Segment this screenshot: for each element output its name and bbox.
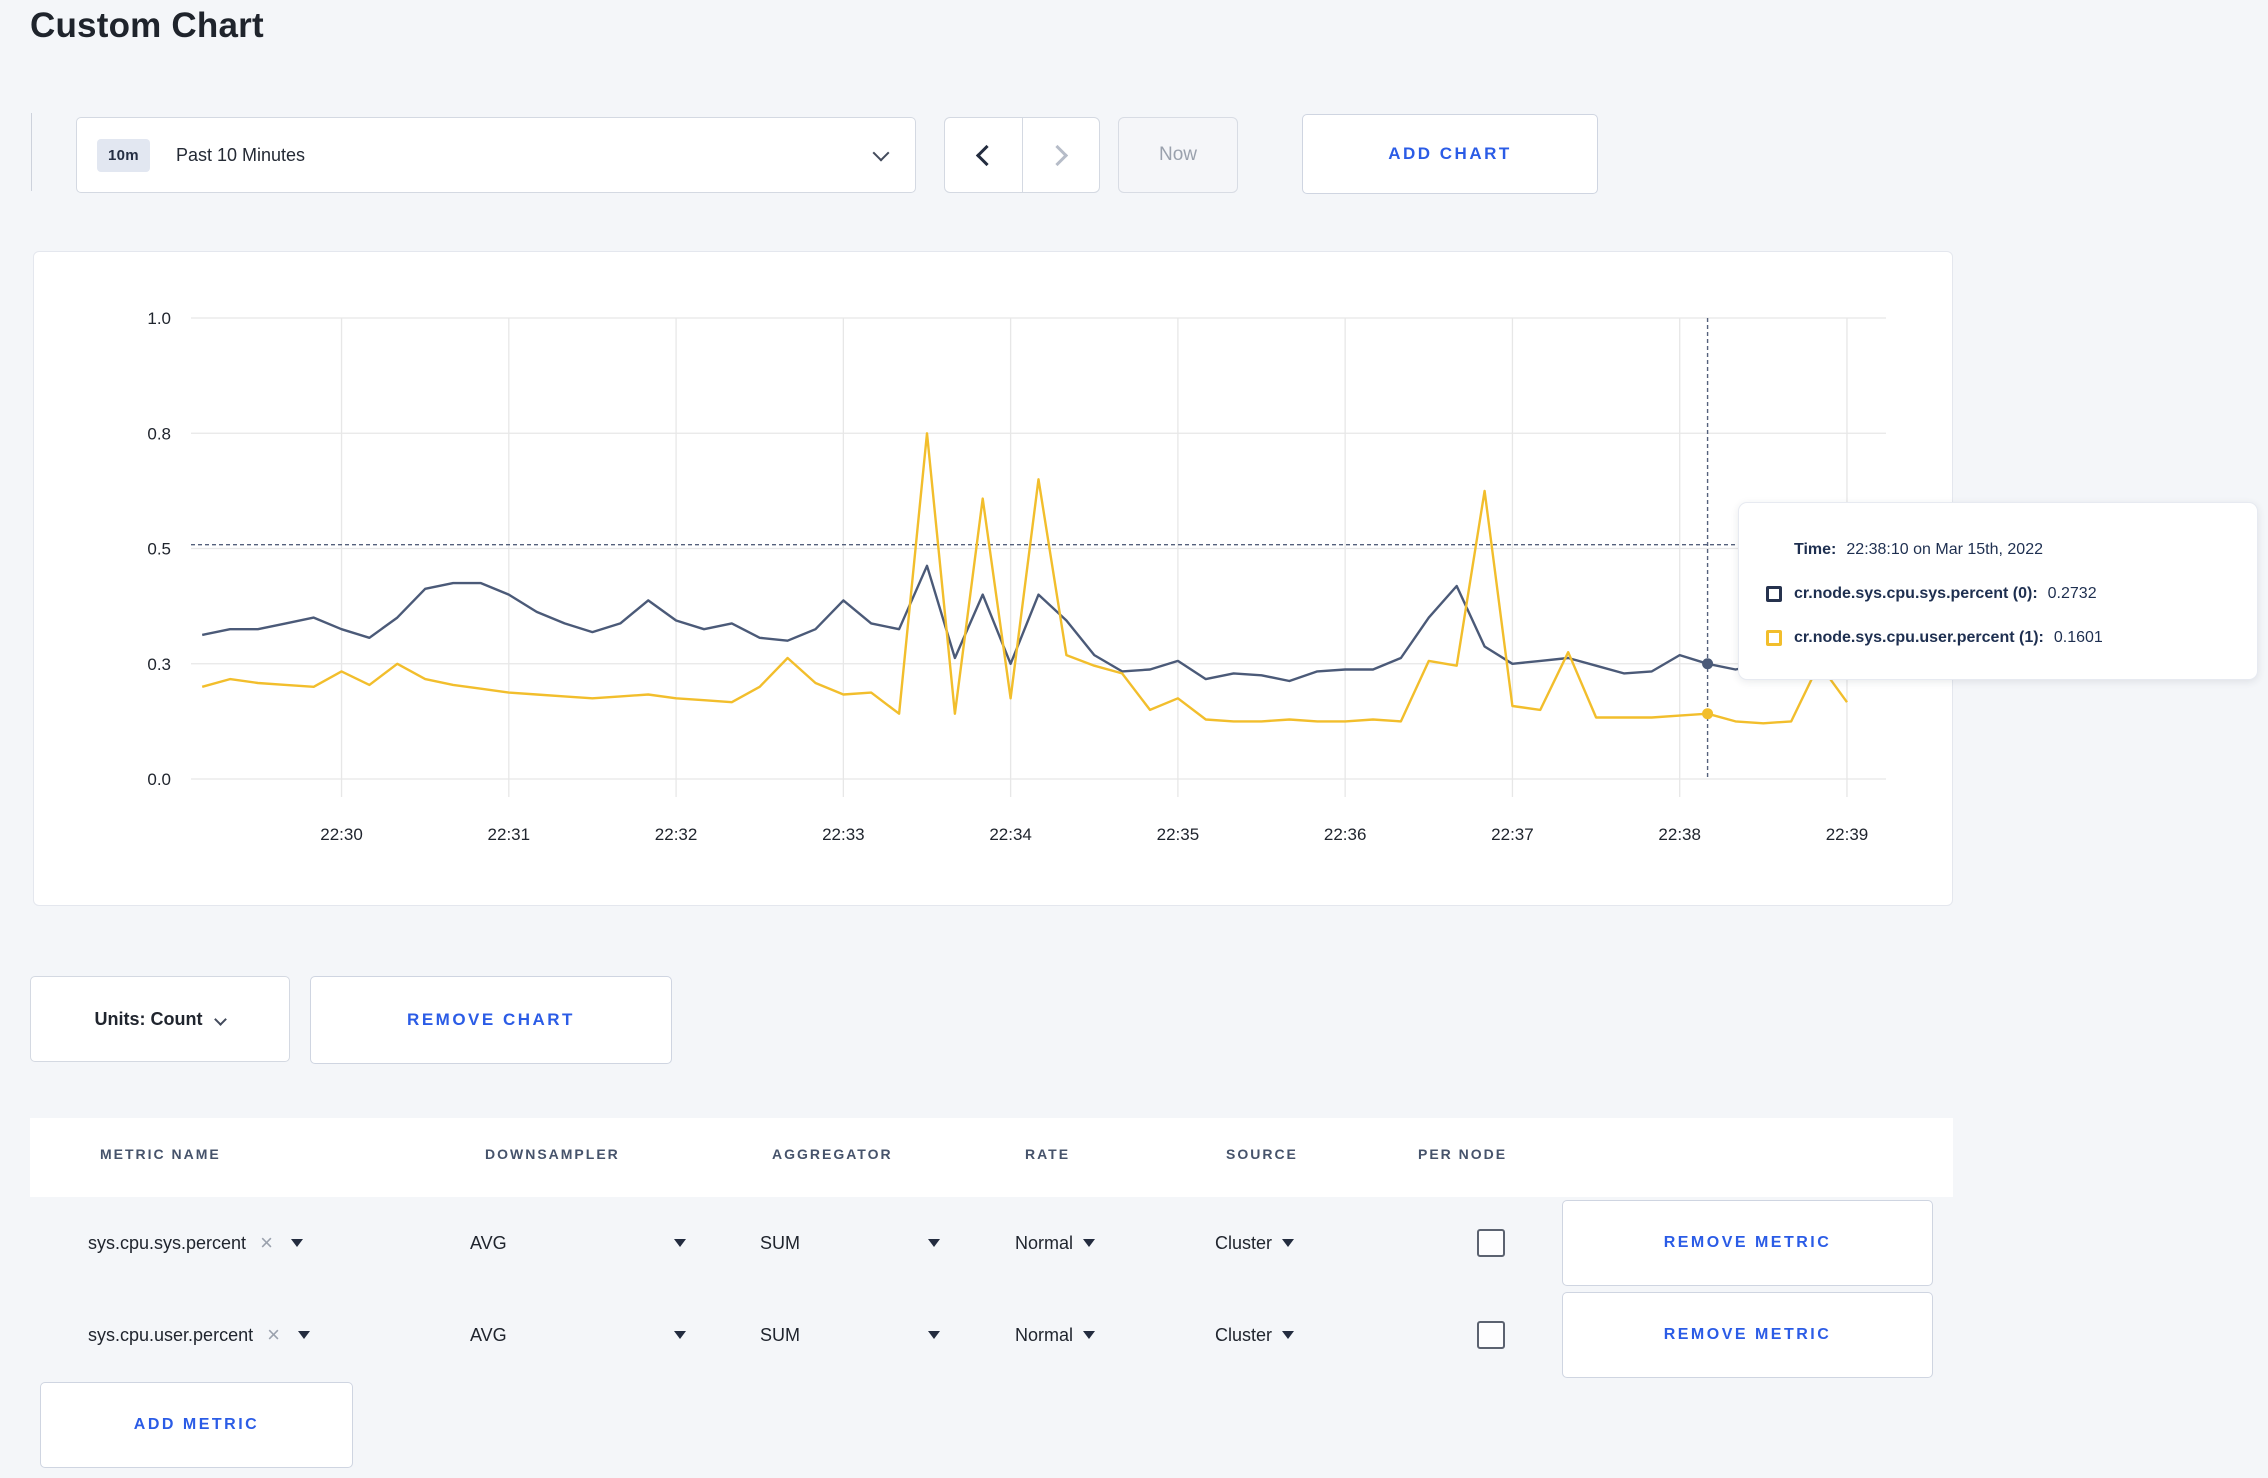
svg-text:22:33: 22:33 bbox=[822, 825, 865, 844]
chevron-down-icon bbox=[1282, 1331, 1295, 1339]
source-value: Cluster bbox=[1215, 1232, 1273, 1253]
time-window-select[interactable]: 10m Past 10 Minutes bbox=[76, 117, 916, 193]
per-node-checkbox[interactable] bbox=[1477, 1321, 1505, 1349]
svg-text:0.3: 0.3 bbox=[147, 655, 171, 674]
rate-value: Normal bbox=[1015, 1324, 1074, 1345]
chevron-right-icon bbox=[1047, 144, 1069, 166]
page-title: Custom Chart bbox=[30, 6, 264, 45]
tooltip-series-label: cr.node.sys.cpu.sys.percent (0): bbox=[1794, 585, 2038, 602]
column-header: RATE bbox=[1025, 1146, 1071, 1162]
metric-name-value[interactable]: sys.cpu.user.percent bbox=[88, 1325, 253, 1346]
chevron-down-icon bbox=[674, 1239, 686, 1247]
metric-table-row: sys.cpu.user.percent × AVG SUM Normal Cl… bbox=[30, 1289, 1953, 1381]
chevron-down-icon bbox=[214, 1012, 228, 1026]
remove-chart-button[interactable]: REMOVE CHART bbox=[310, 976, 672, 1064]
sys-series-swatch-icon bbox=[1766, 586, 1782, 602]
chevron-down-icon bbox=[1083, 1239, 1096, 1247]
svg-text:22:39: 22:39 bbox=[1826, 825, 1869, 844]
rate-value: Normal bbox=[1015, 1232, 1074, 1253]
time-window-label: Past 10 Minutes bbox=[175, 144, 306, 165]
metric-table-row: sys.cpu.sys.percent × AVG SUM Normal Clu… bbox=[30, 1197, 1953, 1289]
svg-text:22:38: 22:38 bbox=[1658, 825, 1701, 844]
chart-panel: 1.0 0.8 0.5 0.3 0.0 22:30 22:31 22:32 22:33 22:34… bbox=[33, 251, 1953, 906]
timeseries-chart[interactable]: 1.0 0.8 0.5 0.3 0.0 22:30 22:31 22:32 22:33 22:34… bbox=[34, 252, 1952, 905]
user-series-swatch-icon bbox=[1766, 630, 1782, 646]
svg-text:1.0: 1.0 bbox=[147, 309, 171, 328]
svg-text:22:37: 22:37 bbox=[1491, 825, 1534, 844]
column-header: DOWNSAMPLER bbox=[485, 1146, 620, 1162]
aggregator-value: SUM bbox=[760, 1232, 800, 1253]
per-node-checkbox[interactable] bbox=[1477, 1229, 1505, 1257]
time-step-group bbox=[944, 117, 1100, 193]
chevron-down-icon bbox=[872, 144, 890, 161]
metric-name-cell: sys.cpu.user.percent × bbox=[88, 1289, 310, 1381]
source-value: Cluster bbox=[1215, 1324, 1273, 1345]
next-time-button[interactable] bbox=[1021, 118, 1100, 192]
svg-text:22:30: 22:30 bbox=[320, 825, 363, 844]
column-header: PER NODE bbox=[1418, 1146, 1508, 1162]
tooltip-series-row: cr.node.sys.cpu.user.percent (1): 0.1601 bbox=[1766, 616, 2257, 660]
source-select[interactable]: Cluster bbox=[1215, 1197, 1295, 1289]
metric-name-cell: sys.cpu.sys.percent × bbox=[88, 1197, 303, 1289]
metric-dropdown-caret-icon[interactable] bbox=[290, 1239, 303, 1247]
downsampler-select[interactable]: AVG bbox=[470, 1197, 686, 1289]
svg-text:22:34: 22:34 bbox=[989, 825, 1032, 844]
remove-metric-button[interactable]: REMOVE METRIC bbox=[1562, 1200, 1933, 1286]
svg-text:22:35: 22:35 bbox=[1157, 825, 1200, 844]
tooltip-series-label: cr.node.sys.cpu.user.percent (1): bbox=[1794, 629, 2044, 646]
chevron-down-icon bbox=[1282, 1239, 1295, 1247]
downsampler-value: AVG bbox=[470, 1324, 507, 1345]
column-header: SOURCE bbox=[1226, 1146, 1298, 1162]
aggregator-select[interactable]: SUM bbox=[760, 1289, 940, 1381]
toolbar-divider bbox=[31, 113, 32, 191]
units-select[interactable]: Units: Count bbox=[30, 976, 290, 1062]
prev-time-button[interactable] bbox=[945, 118, 1022, 192]
svg-text:22:31: 22:31 bbox=[488, 825, 531, 844]
tooltip-series-value: 0.1601 bbox=[2053, 629, 2103, 646]
aggregator-select[interactable]: SUM bbox=[760, 1197, 940, 1289]
metric-name-value[interactable]: sys.cpu.sys.percent bbox=[88, 1233, 246, 1254]
metrics-table-header: METRIC NAME DOWNSAMPLER AGGREGATOR RATE SOUR… bbox=[30, 1118, 1953, 1197]
units-label: Units: Count bbox=[94, 1008, 203, 1029]
source-select[interactable]: Cluster bbox=[1215, 1289, 1295, 1381]
aggregator-value: SUM bbox=[760, 1324, 800, 1345]
column-header: AGGREGATOR bbox=[772, 1146, 893, 1162]
tooltip-time-label: Time: bbox=[1794, 541, 1837, 558]
rate-select[interactable]: Normal bbox=[1015, 1289, 1096, 1381]
svg-text:22:32: 22:32 bbox=[655, 825, 698, 844]
tooltip-time-value: 22:38:10 on Mar 15th, 2022 bbox=[1846, 541, 2043, 558]
svg-text:0.8: 0.8 bbox=[147, 424, 171, 443]
svg-text:22:36: 22:36 bbox=[1324, 825, 1367, 844]
chevron-down-icon bbox=[674, 1331, 686, 1339]
remove-metric-x-icon[interactable]: × bbox=[267, 1322, 280, 1348]
tooltip-time-row: Time: 22:38:10 on Mar 15th, 2022 bbox=[1766, 528, 2257, 572]
time-window-badge: 10m bbox=[97, 138, 150, 172]
rate-select[interactable]: Normal bbox=[1015, 1197, 1096, 1289]
add-metric-button[interactable]: ADD METRIC bbox=[40, 1382, 353, 1468]
remove-metric-button[interactable]: REMOVE METRIC bbox=[1562, 1292, 1933, 1378]
chevron-down-icon bbox=[928, 1239, 940, 1247]
now-button[interactable]: Now bbox=[1118, 117, 1238, 193]
add-chart-button[interactable]: ADD CHART bbox=[1302, 114, 1598, 194]
chart-tooltip: Time: 22:38:10 on Mar 15th, 2022 cr.node… bbox=[1738, 502, 2258, 680]
remove-metric-x-icon[interactable]: × bbox=[260, 1230, 273, 1256]
chevron-down-icon bbox=[928, 1331, 940, 1339]
metric-dropdown-caret-icon[interactable] bbox=[297, 1331, 310, 1339]
svg-text:0.5: 0.5 bbox=[147, 540, 171, 559]
tooltip-series-row: cr.node.sys.cpu.sys.percent (0): 0.2732 bbox=[1766, 572, 2257, 616]
chevron-left-icon bbox=[975, 144, 997, 166]
chevron-down-icon bbox=[1083, 1331, 1096, 1339]
downsampler-select[interactable]: AVG bbox=[470, 1289, 686, 1381]
column-header: METRIC NAME bbox=[100, 1146, 221, 1162]
per-node-cell bbox=[1477, 1289, 1505, 1381]
downsampler-value: AVG bbox=[470, 1232, 507, 1253]
svg-text:0.0: 0.0 bbox=[147, 770, 171, 789]
per-node-cell bbox=[1477, 1197, 1505, 1289]
tooltip-series-value: 0.2732 bbox=[2047, 585, 2097, 602]
